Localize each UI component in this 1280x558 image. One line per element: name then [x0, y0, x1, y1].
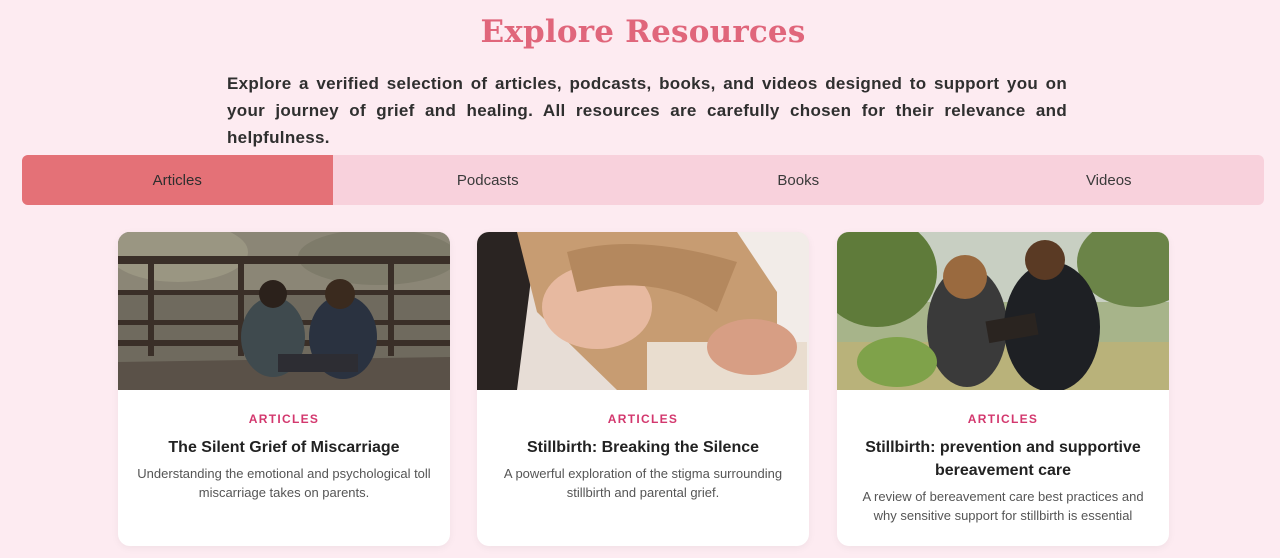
resource-card[interactable]: ARTICLES Stillbirth: Breaking the Silenc… [477, 232, 809, 546]
tab-podcasts[interactable]: Podcasts [333, 155, 644, 205]
tab-videos[interactable]: Videos [954, 155, 1265, 205]
resource-card[interactable]: ARTICLES The Silent Grief of Miscarriage… [118, 232, 450, 546]
card-category: ARTICLES [248, 412, 320, 426]
card-category: ARTICLES [607, 412, 679, 426]
card-title[interactable]: The Silent Grief of Miscarriage [136, 436, 432, 459]
card-title[interactable]: Stillbirth: Breaking the Silence [495, 436, 791, 459]
card-description: Understanding the emotional and psycholo… [137, 466, 431, 500]
card-category: ARTICLES [967, 412, 1039, 426]
couple-reading-book-outdoors-photo[interactable] [837, 232, 1169, 390]
card-title[interactable]: Stillbirth: prevention and supportive be… [855, 436, 1151, 482]
intro-text: Explore a verified selection of articles… [227, 74, 1067, 147]
resource-tabs: Articles Podcasts Books Videos [22, 155, 1264, 205]
tab-books[interactable]: Books [643, 155, 954, 205]
page-title: Explore Resources [480, 14, 806, 50]
resource-card[interactable]: ARTICLES Stillbirth: prevention and supp… [837, 232, 1169, 546]
card-description: A review of bereavement care best practi… [862, 489, 1144, 523]
woman-comforted-hand-on-shoulder-photo[interactable] [477, 232, 809, 390]
two-women-sitting-on-porch-photo[interactable] [118, 232, 450, 390]
tab-articles[interactable]: Articles [22, 155, 333, 205]
card-description: A powerful exploration of the stigma sur… [503, 466, 783, 500]
